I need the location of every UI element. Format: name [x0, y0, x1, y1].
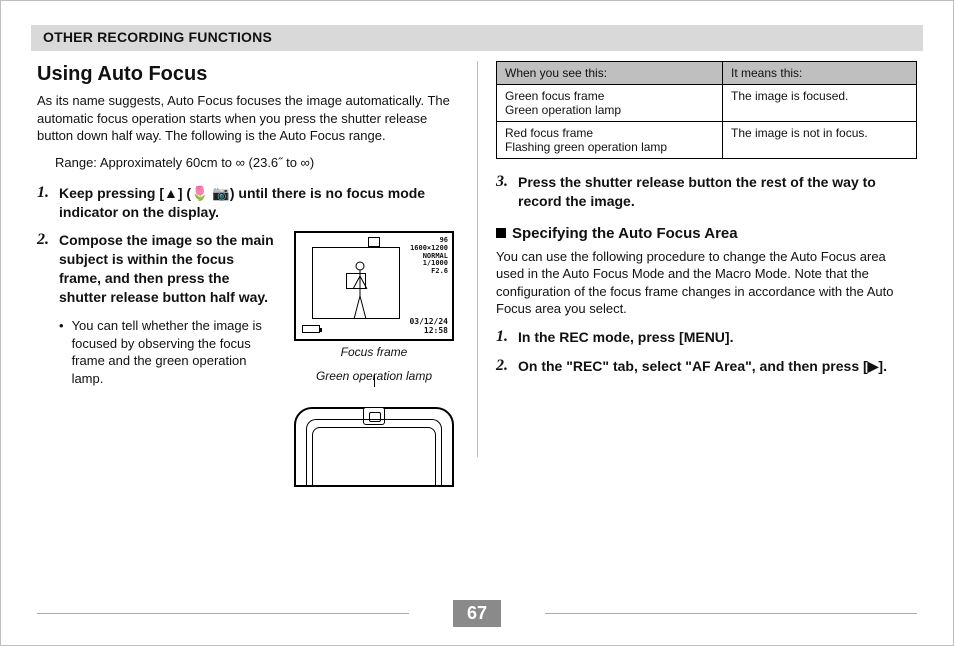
table-cell: The image is not in focus. [723, 122, 917, 159]
battery-icon [302, 325, 320, 333]
step-text: Compose the image so the main subject is… [59, 231, 279, 307]
step-number: 2. [496, 357, 518, 376]
table-cell: Red focus frame Flashing green operation… [497, 122, 723, 159]
intro-paragraph: As its name suggests, Auto Focus focuses… [37, 92, 459, 145]
osd-readout: 96 1600×1200 NORMAL 1/1000 F2.6 [410, 237, 448, 275]
mode-icon [368, 237, 380, 247]
caption-focus-frame: Focus frame [289, 345, 459, 359]
step-number: 1. [37, 184, 59, 222]
right-column: When you see this: It means this: Green … [477, 61, 917, 457]
osd-datetime: 03/12/24 12:58 [409, 317, 448, 335]
range-text: Range: Approximately 60cm to ∞ (23.6˝ to… [55, 155, 459, 170]
bullet-dot: • [59, 317, 64, 387]
table-cell: The image is focused. [723, 85, 917, 122]
square-bullet-icon [496, 228, 506, 238]
step-number: 3. [496, 173, 518, 211]
illustration-block: 96 1600×1200 NORMAL 1/1000 F2.6 03/12/24… [289, 231, 459, 457]
callout-line [374, 375, 375, 387]
step-1: 1. Keep pressing [▲] (🌷 📷) until there i… [37, 184, 459, 222]
camera-top-illustration [294, 387, 454, 457]
step-text: On the "REC" tab, select "AF Area", and … [518, 357, 887, 376]
step-3: 3. Press the shutter release button the … [496, 173, 917, 211]
section-header-text: OTHER RECORDING FUNCTIONS [43, 29, 272, 45]
subsection-intro: You can use the following procedure to c… [496, 248, 917, 318]
step-text: Press the shutter release button the res… [518, 173, 917, 211]
table-header: When you see this: [497, 62, 723, 85]
step-number: 2. [37, 231, 59, 307]
step-text: Keep pressing [▲] (🌷 📷) until there is n… [59, 184, 459, 222]
page-footer: 67 [1, 600, 953, 627]
page-number: 67 [453, 600, 501, 627]
step-2-bullet: • You can tell whether the image is focu… [59, 317, 279, 387]
table-row: Green focus frame Green operation lamp T… [497, 85, 917, 122]
sub-step-2: 2. On the "REC" tab, select "AF Area", a… [496, 357, 917, 376]
left-column: Using Auto Focus As its name suggests, A… [37, 61, 477, 457]
focus-indicator-table: When you see this: It means this: Green … [496, 61, 917, 159]
subsection-heading-text: Specifying the Auto Focus Area [512, 225, 738, 242]
step-text: In the REC mode, press [MENU]. [518, 328, 733, 347]
page-title: Using Auto Focus [37, 63, 459, 86]
viewfinder-illustration: 96 1600×1200 NORMAL 1/1000 F2.6 03/12/24… [294, 231, 454, 341]
sub-step-1: 1. In the REC mode, press [MENU]. [496, 328, 917, 347]
vf-frame [312, 247, 400, 319]
step-2: 2. Compose the image so the main subject… [37, 231, 279, 307]
person-outline-icon [351, 261, 369, 321]
table-cell: Green focus frame Green operation lamp [497, 85, 723, 122]
table-header: It means this: [723, 62, 917, 85]
section-header: OTHER RECORDING FUNCTIONS [31, 25, 923, 51]
step-number: 1. [496, 328, 518, 347]
bullet-text: You can tell whether the image is focuse… [72, 317, 279, 387]
table-row: Red focus frame Flashing green operation… [497, 122, 917, 159]
subsection-heading: Specifying the Auto Focus Area [496, 225, 917, 242]
